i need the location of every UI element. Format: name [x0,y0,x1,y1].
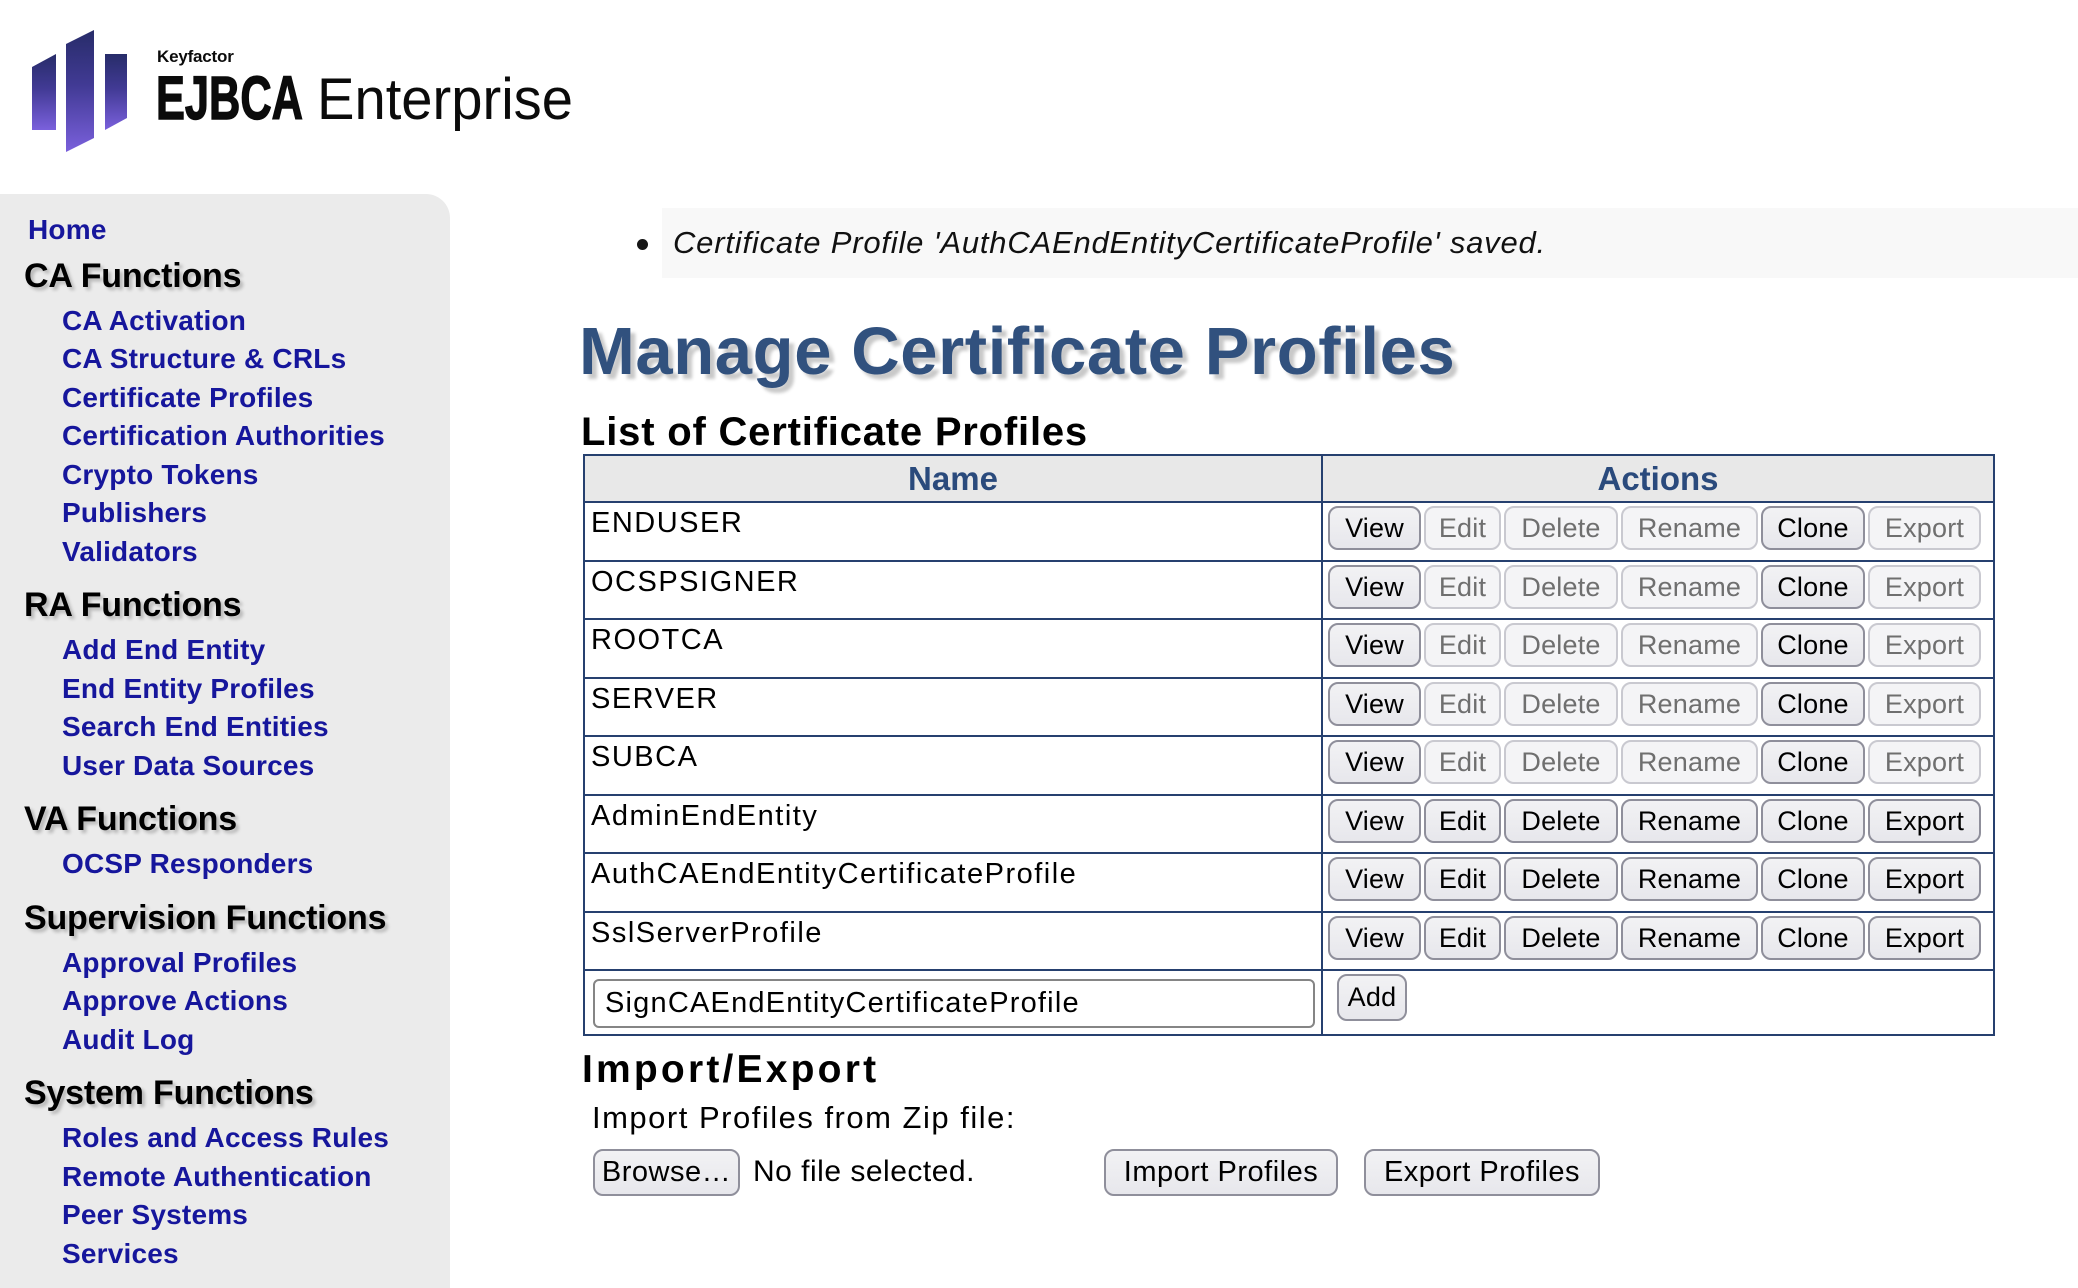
svg-text:Enterprise: Enterprise [317,67,573,132]
svg-text:EJBCA: EJBCA [156,64,303,132]
